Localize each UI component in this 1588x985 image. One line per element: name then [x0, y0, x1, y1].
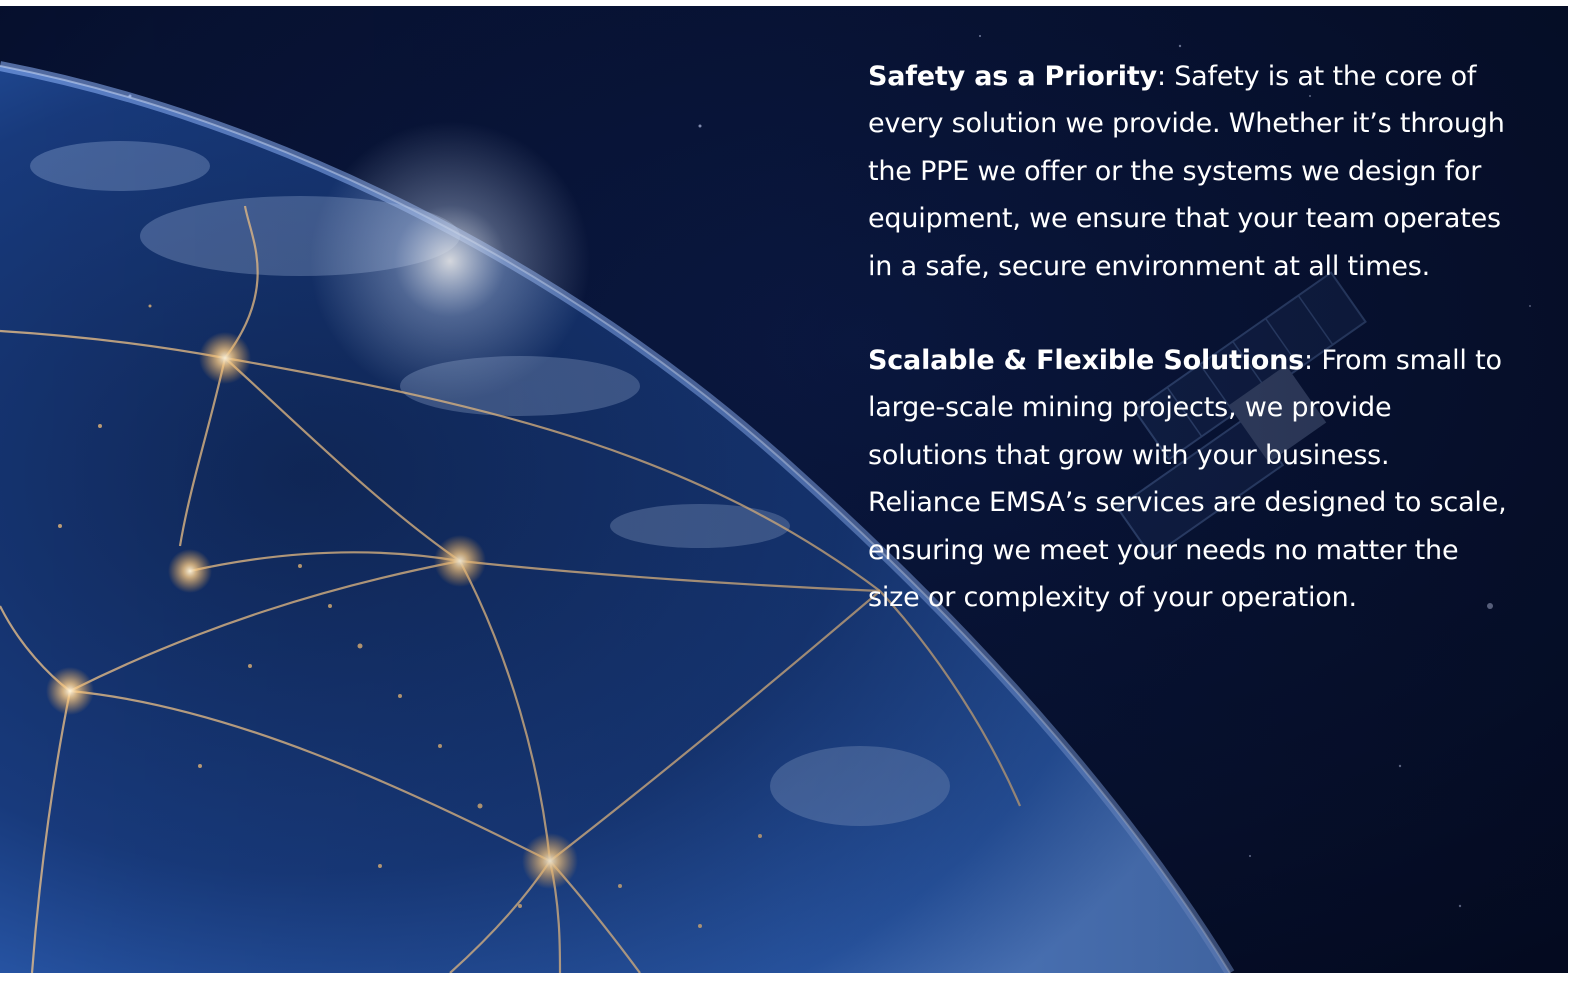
feature-paragraph-safety: Safety as a Priority: Safety is at the c…: [868, 53, 1508, 290]
feature-paragraph-scalable: Scalable & Flexible Solutions: From smal…: [868, 337, 1508, 621]
hero-section: Safety as a Priority: Safety is at the c…: [0, 6, 1568, 973]
feature-body-scalable: From small to large-scale mining project…: [868, 345, 1507, 614]
feature-title-scalable: Scalable & Flexible Solutions: [868, 345, 1305, 377]
feature-title-safety: Safety as a Priority: [868, 61, 1157, 92]
feature-separator: :: [1304, 345, 1313, 377]
feature-body-safety: Safety is at the core of every solution …: [868, 61, 1505, 282]
features-text-block: Safety as a Priority: Safety is at the c…: [868, 53, 1508, 668]
feature-separator: :: [1156, 61, 1166, 92]
